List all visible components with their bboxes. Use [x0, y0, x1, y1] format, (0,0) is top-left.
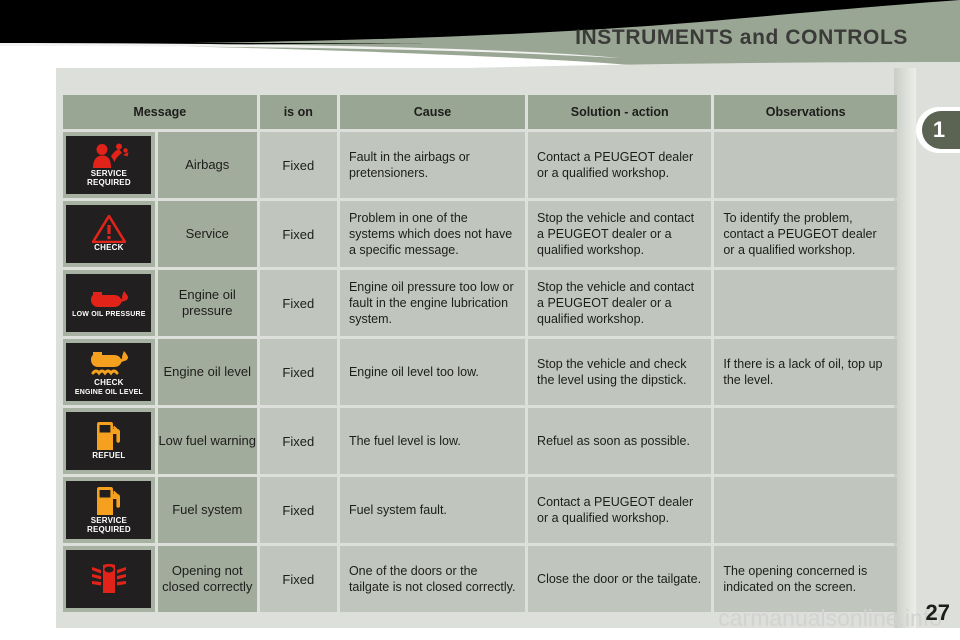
- warning-lamp-cell: SERVICE REQUIRED: [63, 132, 155, 198]
- column-header-cause: Cause: [339, 95, 526, 129]
- observations-cell: [714, 132, 897, 198]
- solution-cell: Contact a PEUGEOT dealer or a qualified …: [528, 477, 712, 543]
- table-row: LOW OIL PRESSURE Engine oil pressure Fixed…: [63, 270, 897, 336]
- cause-cell: Fuel system fault.: [339, 477, 526, 543]
- message-cell: Service: [157, 201, 257, 267]
- lamp-caption-line2: REQUIRED: [86, 178, 131, 187]
- cause-cell: Problem in one of the systems which does…: [339, 201, 526, 267]
- fuel-pump-icon: SERVICE REQUIRED: [66, 481, 152, 539]
- lamp-caption-line1: SERVICE: [90, 168, 128, 178]
- warning-lamp-cell: LOW OIL PRESSURE: [63, 270, 155, 336]
- fuel-pump-icon-glyph: [93, 421, 125, 451]
- table-row: Opening not closed correctly Fixed One of …: [63, 546, 897, 612]
- cause-cell: Fault in the airbags or pretensioners.: [339, 132, 526, 198]
- cause-cell: One of the doors or the tailgate is not …: [339, 546, 526, 612]
- page-title: INSTRUMENTS and CONTROLS: [575, 26, 908, 49]
- warning-triangle-icon: CHECK: [66, 205, 152, 263]
- oil-can-icon-glyph: [87, 288, 131, 310]
- table-row: CHECK ENGINE OIL LEVEL Engine oil level Fix…: [63, 339, 897, 405]
- is-on-cell: Fixed: [259, 201, 337, 267]
- doors-open-icon: [66, 550, 152, 608]
- is-on-cell: Fixed: [259, 477, 337, 543]
- message-cell: Engine oil level: [157, 339, 257, 405]
- observations-cell: To identify the problem, contact a PEUGE…: [714, 201, 897, 267]
- lamp-caption-line2: REQUIRED: [86, 525, 131, 534]
- oil-can-level-icon: CHECK ENGINE OIL LEVEL: [66, 343, 152, 401]
- page-number: 27: [925, 600, 950, 625]
- is-on-cell: Fixed: [259, 546, 337, 612]
- table-row: SERVICE REQUIRED Fuel system Fixed Fuel syst…: [63, 477, 897, 543]
- observations-cell: [714, 477, 897, 543]
- column-header-solution: Solution - action: [528, 95, 712, 129]
- solution-cell: Stop the vehicle and contact a PEUGEOT d…: [528, 201, 712, 267]
- table-header-row: Message is on Cause Solution - action Ob…: [63, 95, 897, 129]
- lamp-caption-line1: LOW OIL PRESSURE: [72, 310, 146, 318]
- fuel-pump-icon-glyph: [93, 486, 125, 516]
- message-cell: Engine oil pressure: [157, 270, 257, 336]
- solution-cell: Stop the vehicle and check the level usi…: [528, 339, 712, 405]
- chapter-tab-number[interactable]: 1: [922, 111, 960, 149]
- warning-lamp-cell: CHECK ENGINE OIL LEVEL: [63, 339, 155, 405]
- lamp-caption-line1: REFUEL: [92, 451, 126, 461]
- oil-can-icon: LOW OIL PRESSURE: [66, 274, 152, 332]
- column-header-is-on: is on: [259, 95, 337, 129]
- table-row: REFUEL Low fuel warning Fixed The fuel leve…: [63, 408, 897, 474]
- site-watermark: carmanualsonline.info: [718, 605, 942, 631]
- airbag-occupant-icon-glyph: [89, 143, 129, 169]
- observations-cell: [714, 270, 897, 336]
- message-cell: Opening not closed correctly: [157, 546, 257, 612]
- table-row: SERVICE REQUIRED Airbags Fixed Fault in the …: [63, 132, 897, 198]
- warning-messages-table: Message is on Cause Solution - action Ob…: [60, 92, 900, 615]
- doors-open-icon-glyph: [89, 563, 129, 594]
- is-on-cell: Fixed: [259, 408, 337, 474]
- cause-cell: Engine oil pressure too low or fault in …: [339, 270, 526, 336]
- message-cell: Fuel system: [157, 477, 257, 543]
- table-row: CHECK Service Fixed Problem in one of the s…: [63, 201, 897, 267]
- cause-cell: The fuel level is low.: [339, 408, 526, 474]
- observations-cell: [714, 408, 897, 474]
- lamp-caption-line1: CHECK: [94, 243, 124, 253]
- observations-cell: The opening concerned is indicated on th…: [714, 546, 897, 612]
- warning-lamp-cell: [63, 546, 155, 612]
- solution-cell: Stop the vehicle and contact a PEUGEOT d…: [528, 270, 712, 336]
- is-on-cell: Fixed: [259, 270, 337, 336]
- warning-lamp-cell: CHECK: [63, 201, 155, 267]
- is-on-cell: Fixed: [259, 339, 337, 405]
- solution-cell: Close the door or the tailgate.: [528, 546, 712, 612]
- page-left-margin: [0, 68, 56, 628]
- message-cell: Low fuel warning: [157, 408, 257, 474]
- lamp-caption-line1: SERVICE: [90, 515, 128, 525]
- cause-cell: Engine oil level too low.: [339, 339, 526, 405]
- solution-cell: Contact a PEUGEOT dealer or a qualified …: [528, 132, 712, 198]
- column-header-observations: Observations: [714, 95, 897, 129]
- message-cell: Airbags: [157, 132, 257, 198]
- observations-cell: If there is a lack of oil, top up the le…: [714, 339, 897, 405]
- column-header-message: Message: [63, 95, 257, 129]
- table-body: SERVICE REQUIRED Airbags Fixed Fault in the …: [63, 132, 897, 612]
- is-on-cell: Fixed: [259, 132, 337, 198]
- warning-triangle-icon-glyph: [91, 214, 127, 244]
- warning-lamp-cell: SERVICE REQUIRED: [63, 477, 155, 543]
- lamp-caption-line2: ENGINE OIL LEVEL: [74, 388, 143, 396]
- airbag-occupant-icon: SERVICE REQUIRED: [66, 136, 152, 194]
- lamp-caption-line1: CHECK: [94, 378, 124, 388]
- warning-lamp-cell: REFUEL: [63, 408, 155, 474]
- oil-can-level-icon-glyph: [87, 348, 131, 378]
- solution-cell: Refuel as soon as possible.: [528, 408, 712, 474]
- fuel-pump-icon: REFUEL: [66, 412, 152, 470]
